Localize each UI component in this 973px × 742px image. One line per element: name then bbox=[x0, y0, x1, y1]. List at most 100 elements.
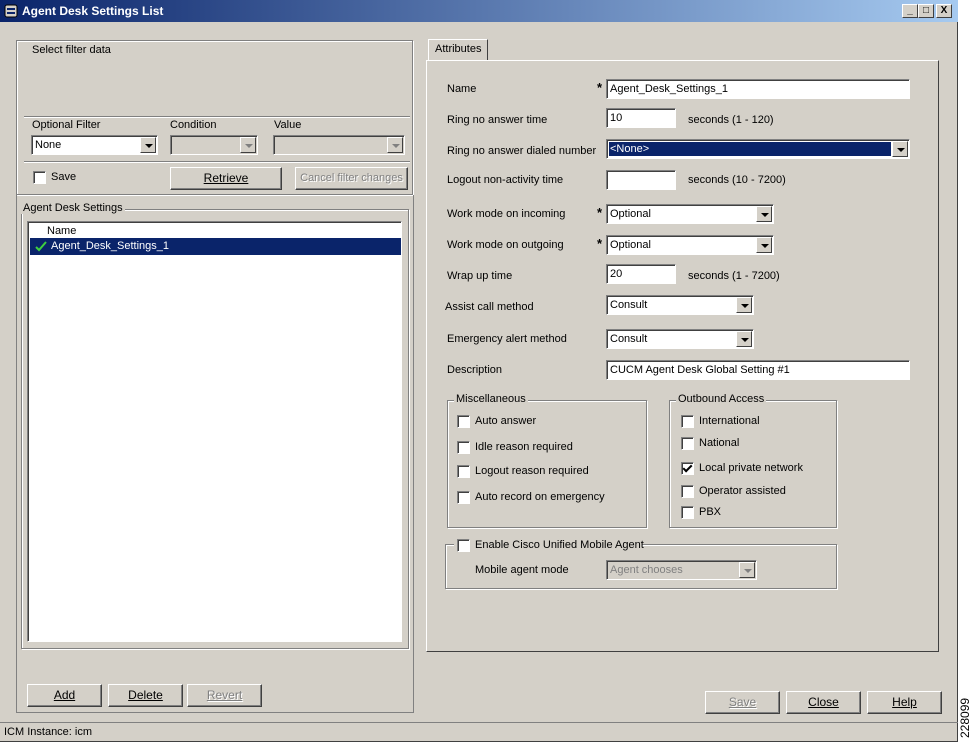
selection-highlight bbox=[608, 141, 892, 157]
chevron-down-icon[interactable] bbox=[756, 206, 772, 222]
required-marker: * bbox=[597, 236, 603, 251]
retrieve-button[interactable]: Retrieve bbox=[170, 167, 282, 190]
auto-answer-checkbox[interactable] bbox=[457, 415, 470, 428]
auto-record-label: Auto record on emergency bbox=[475, 491, 605, 503]
delete-button[interactable]: Delete bbox=[108, 684, 183, 707]
work-incoming-select[interactable]: Optional bbox=[606, 204, 774, 224]
emergency-select[interactable]: Consult bbox=[606, 329, 754, 349]
idle-reason-checkbox[interactable] bbox=[457, 441, 470, 454]
assist-value: Consult bbox=[610, 299, 648, 311]
cancel-filter-changes-button: Cancel filter changes bbox=[295, 167, 408, 190]
chevron-down-icon[interactable] bbox=[892, 141, 908, 157]
ring-no-answer-dn-label: Ring no answer dialed number bbox=[447, 145, 597, 157]
left-pane-edge-right bbox=[413, 195, 414, 712]
national-label: National bbox=[699, 437, 740, 449]
work-outgoing-value: Optional bbox=[610, 239, 651, 251]
retrieve-button-label: Retrieve bbox=[203, 171, 249, 185]
figure-code-text: 228099 bbox=[958, 697, 972, 738]
mobile-agent-mode-value: Agent chooses bbox=[610, 564, 683, 576]
list-item[interactable]: Agent_Desk_Settings_1 bbox=[30, 238, 401, 255]
operator-assisted-checkbox[interactable] bbox=[681, 485, 694, 498]
outbound-group-title: Outbound Access bbox=[676, 393, 767, 405]
assist-select[interactable]: Consult bbox=[606, 295, 754, 315]
help-button-label: Help bbox=[892, 695, 917, 709]
work-outgoing-label: Work mode on outgoing bbox=[447, 239, 564, 251]
auto-answer-label: Auto answer bbox=[475, 415, 537, 427]
chevron-down-icon bbox=[387, 137, 403, 153]
settings-list[interactable]: Name Agent_Desk_Settings_1 bbox=[27, 221, 402, 642]
required-marker: * bbox=[597, 205, 603, 220]
wrap-up-field[interactable]: 20 bbox=[606, 264, 676, 284]
chevron-down-icon bbox=[739, 562, 755, 578]
condition-select bbox=[170, 135, 258, 155]
check-icon bbox=[35, 241, 47, 252]
operator-assisted-label: Operator assisted bbox=[699, 485, 786, 497]
figure-code: 228099 bbox=[958, 690, 973, 740]
chevron-down-icon[interactable] bbox=[140, 137, 156, 153]
revert-button: Revert bbox=[187, 684, 262, 707]
mobile-agent-mode-label: Mobile agent mode bbox=[475, 564, 569, 576]
filter-group-title: Select filter data bbox=[32, 44, 111, 56]
emergency-value: Consult bbox=[610, 333, 648, 345]
wrap-up-label: Wrap up time bbox=[447, 270, 513, 282]
auto-record-checkbox[interactable] bbox=[457, 491, 470, 504]
main-window: Agent Desk Settings List _ □ X Select fi… bbox=[0, 0, 958, 742]
status-text: ICM Instance: icm bbox=[4, 726, 93, 738]
close-button[interactable]: Close bbox=[786, 691, 861, 714]
description-field[interactable]: CUCM Agent Desk Global Setting #1 bbox=[606, 360, 910, 380]
enable-mobile-agent-checkbox[interactable] bbox=[457, 539, 470, 552]
logout-field[interactable] bbox=[606, 170, 676, 190]
condition-label: Condition bbox=[170, 119, 217, 131]
ring-no-answer-time-hint: seconds (1 - 120) bbox=[688, 114, 774, 126]
value-select bbox=[273, 135, 405, 155]
name-field[interactable]: Agent_Desk_Settings_1 bbox=[606, 79, 910, 99]
optional-filter-value: None bbox=[35, 139, 62, 151]
ring-no-answer-time-field[interactable]: 10 bbox=[606, 108, 676, 128]
wrap-up-hint: seconds (1 - 7200) bbox=[688, 270, 780, 282]
logout-reason-checkbox[interactable] bbox=[457, 465, 470, 478]
close-button-label: Close bbox=[808, 695, 839, 709]
list-item-label: Agent_Desk_Settings_1 bbox=[51, 240, 170, 252]
save-button-label: Save bbox=[728, 695, 757, 709]
international-checkbox[interactable] bbox=[681, 415, 694, 428]
tab-attributes[interactable]: Attributes bbox=[428, 39, 489, 61]
mobile-agent-mode-select: Agent chooses bbox=[606, 560, 757, 580]
left-pane-edge-bottom bbox=[16, 712, 414, 713]
work-incoming-value: Optional bbox=[610, 208, 651, 220]
list-column-header[interactable]: Name bbox=[47, 225, 76, 237]
local-private-network-checkbox[interactable] bbox=[681, 462, 694, 475]
emergency-label: Emergency alert method bbox=[447, 333, 567, 345]
name-label: Name bbox=[447, 83, 477, 95]
chevron-down-icon[interactable] bbox=[736, 331, 752, 347]
value-label: Value bbox=[274, 119, 302, 131]
maximize-button[interactable]: □ bbox=[918, 4, 934, 18]
status-bar: ICM Instance: icm bbox=[0, 722, 958, 742]
save-button: Save bbox=[705, 691, 780, 714]
delete-button-label: Delete bbox=[128, 688, 163, 702]
chevron-down-icon[interactable] bbox=[756, 237, 772, 253]
close-window-button[interactable]: X bbox=[936, 4, 952, 18]
help-button[interactable]: Help bbox=[867, 691, 942, 714]
required-marker: * bbox=[597, 80, 603, 95]
local-private-network-label: Local private network bbox=[699, 462, 803, 474]
chevron-down-icon[interactable] bbox=[736, 297, 752, 313]
logout-label: Logout non-activity time bbox=[447, 174, 564, 186]
minimize-button[interactable]: _ bbox=[902, 4, 918, 18]
add-button-label: Add bbox=[53, 688, 76, 702]
left-pane-edge bbox=[16, 40, 17, 712]
optional-filter-select[interactable]: None bbox=[31, 135, 158, 155]
filter-divider bbox=[24, 116, 410, 118]
pbx-checkbox[interactable] bbox=[681, 506, 694, 519]
national-checkbox[interactable] bbox=[681, 437, 694, 450]
enable-mobile-agent-label: Enable Cisco Unified Mobile Agent bbox=[475, 539, 644, 551]
title-bar: Agent Desk Settings List _ □ X bbox=[0, 0, 958, 22]
save-filter-label: Save bbox=[51, 171, 77, 183]
add-button[interactable]: Add bbox=[27, 684, 102, 707]
international-label: International bbox=[699, 415, 760, 427]
description-label: Description bbox=[447, 364, 503, 376]
ring-no-answer-dn-value: <None> bbox=[610, 143, 650, 155]
save-filter-checkbox[interactable] bbox=[33, 171, 46, 184]
work-outgoing-select[interactable]: Optional bbox=[606, 235, 774, 255]
ring-no-answer-dn-select[interactable]: <None> bbox=[606, 139, 910, 159]
pbx-label: PBX bbox=[699, 506, 722, 518]
